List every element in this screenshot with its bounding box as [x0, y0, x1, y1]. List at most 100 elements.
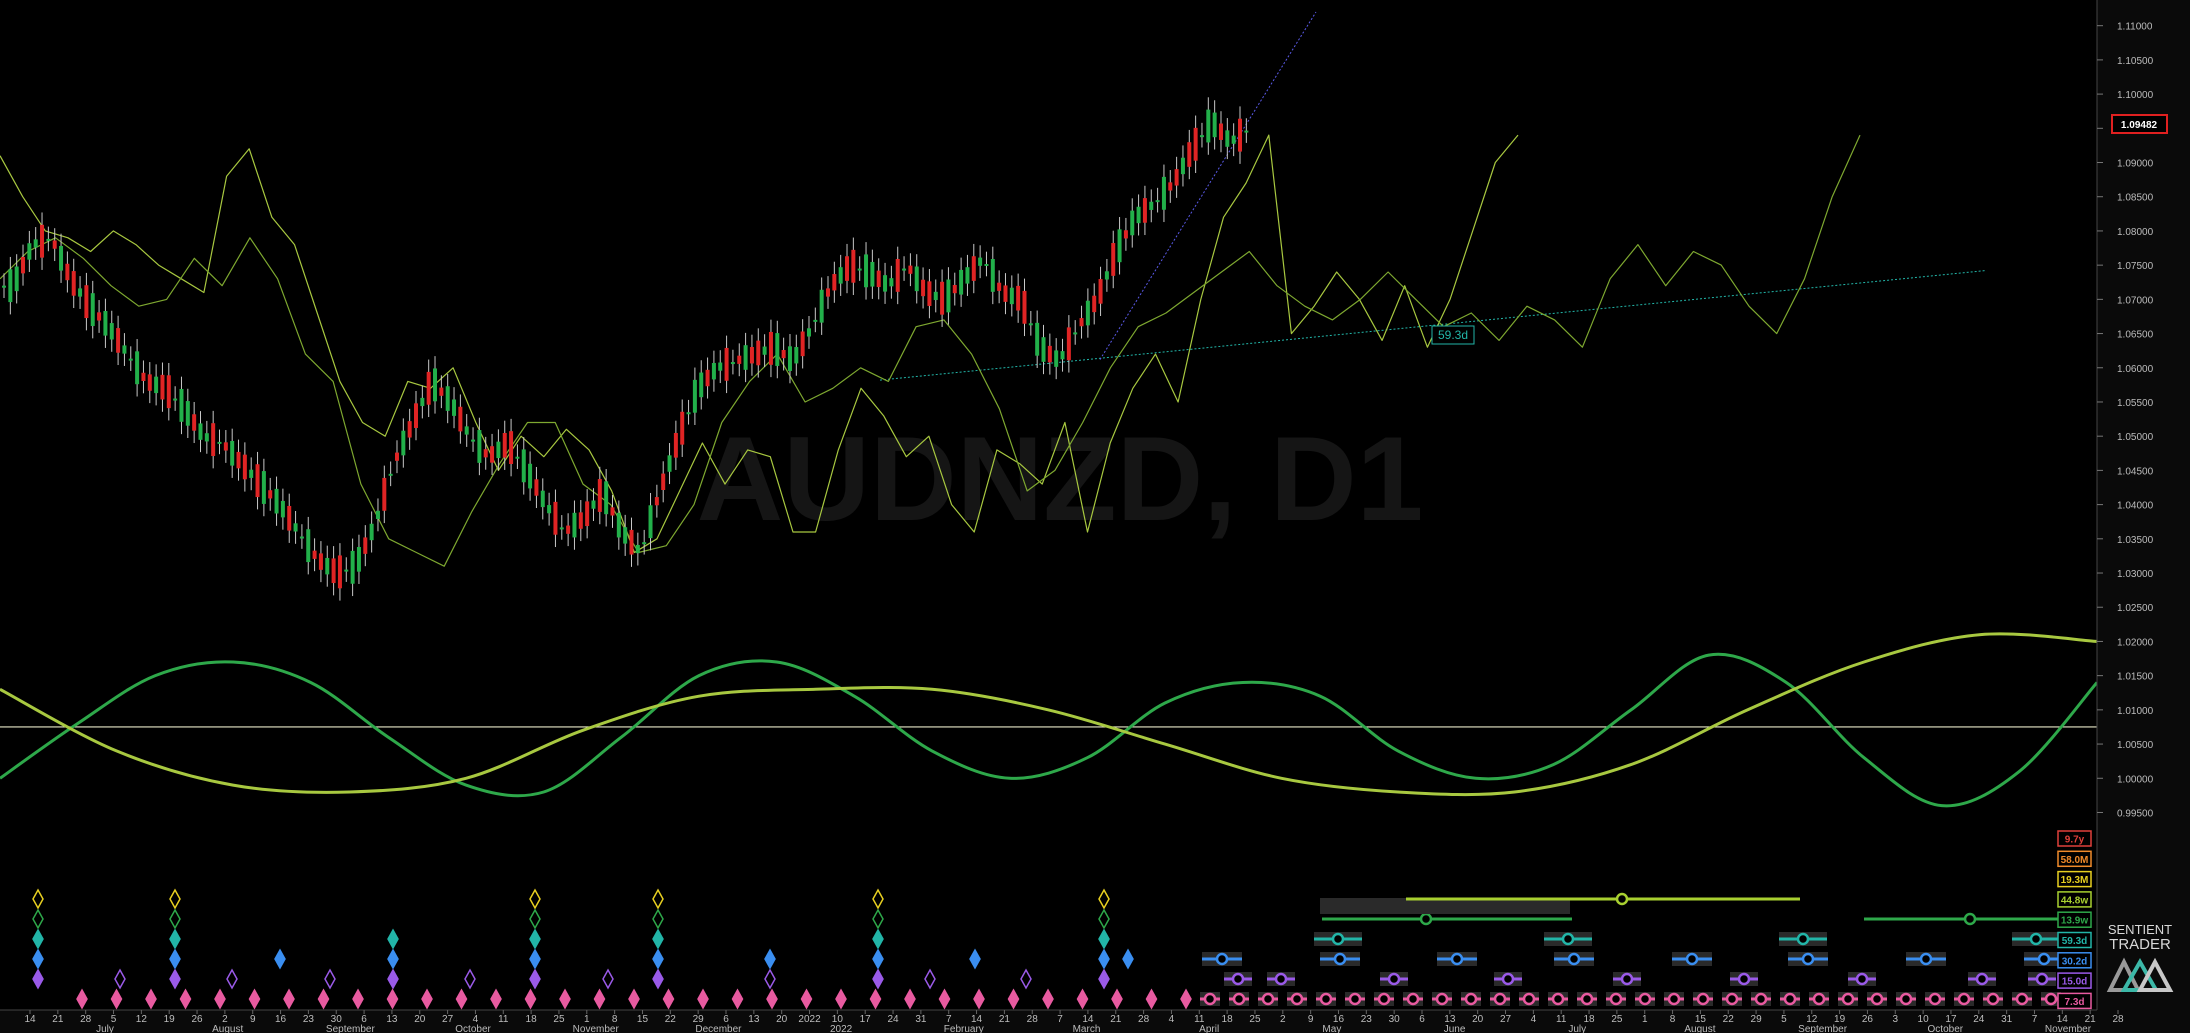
candle-body — [280, 500, 285, 518]
projection-circle — [1957, 992, 1971, 1006]
candle-body — [1073, 332, 1078, 335]
svg-text:SENTIENT: SENTIENT — [2108, 922, 2172, 937]
projection-circle — [1261, 992, 1275, 1006]
candle-body — [1168, 182, 1173, 191]
projection-circle — [1928, 992, 1942, 1006]
time-tick-label: 25 — [553, 1014, 565, 1025]
candle-body — [711, 362, 716, 380]
cycle-legend: 9.7y 58.0M 19.3M 44.8w 13.9w 59.3d 30.2d 15.0d 7… — [2057, 830, 2092, 1010]
candle-body — [1047, 345, 1052, 363]
candle-body — [78, 288, 83, 297]
projection-circle-44-8w — [1615, 892, 1629, 906]
cycle-legend-label: 13.9w — [2061, 916, 2088, 927]
time-tick-label: 11 — [1556, 1014, 1567, 1025]
price-tick-label: 1.05500 — [2117, 398, 2154, 409]
time-tick-label: 26 — [191, 1014, 203, 1025]
candle-body — [52, 240, 57, 249]
cycle-legend-label: 15.0d — [2062, 977, 2088, 988]
time-tick-label: 1 — [1642, 1014, 1648, 1025]
price-tick-label: 1.11000 — [2117, 22, 2153, 33]
candle-body — [718, 362, 723, 371]
projection-circle — [1377, 992, 1391, 1006]
candle-body — [1009, 287, 1014, 305]
candle-body — [90, 293, 95, 327]
price-tick-label: 1.03500 — [2117, 535, 2154, 546]
candle-body — [616, 512, 621, 538]
time-tick-label: 29 — [1751, 1014, 1763, 1025]
projection-circle — [1580, 992, 1594, 1006]
candle-body — [1193, 127, 1198, 161]
candle-body — [388, 473, 393, 476]
cycle-legend-label: 58.0M — [2061, 855, 2089, 866]
candle-body — [1206, 109, 1211, 143]
month-label: November — [573, 1024, 620, 1033]
candle-body — [553, 501, 558, 535]
candle-body — [889, 278, 894, 287]
candle-body — [179, 388, 184, 422]
candle-body — [1111, 243, 1116, 276]
candle-body — [14, 266, 19, 292]
cycle-legend-label: 59.3d — [2062, 936, 2088, 947]
candle-body — [699, 372, 704, 398]
time-tick-label: 2 — [1280, 1014, 1286, 1025]
projection-circle — [1501, 972, 1515, 986]
time-tick-label: 13 — [386, 1014, 398, 1025]
time-tick-label: 8 — [1670, 1014, 1676, 1025]
candle-body — [1199, 135, 1204, 138]
projection-circle-13-9w-b — [1963, 912, 1977, 926]
price-tick-label: 1.10000 — [2117, 90, 2154, 101]
month-label: July — [96, 1024, 114, 1033]
candle-body — [1054, 350, 1059, 367]
candle-body — [864, 254, 869, 288]
projection-circle — [1387, 972, 1401, 986]
time-tick-label: 11 — [498, 1014, 509, 1025]
month-label: February — [944, 1024, 984, 1033]
candle-body — [667, 455, 672, 472]
candle-body — [141, 372, 146, 381]
candle-body — [832, 274, 837, 291]
candle-body — [857, 268, 862, 271]
time-tick-label: 22 — [1723, 1014, 1735, 1025]
candle-body — [242, 454, 247, 480]
candle-body — [642, 542, 647, 545]
time-tick-label: 24 — [887, 1014, 899, 1025]
price-chart[interactable]: AUDNZD, D1 59.3d 1.11000 1.10500 1.10000 1.… — [0, 0, 2190, 1033]
month-label: October — [455, 1024, 491, 1033]
candle-body — [382, 477, 387, 511]
candle-body — [965, 267, 970, 284]
time-tick-label: 23 — [303, 1014, 315, 1025]
candle-body — [743, 345, 748, 370]
candle-body — [103, 310, 108, 336]
candle-body — [1174, 169, 1179, 186]
candle-body — [477, 430, 482, 463]
time-tick-label: 14 — [24, 1014, 36, 1025]
candle-body — [109, 323, 114, 340]
candle-body — [71, 271, 76, 296]
candle-body — [1142, 198, 1147, 223]
candle-body — [990, 258, 995, 292]
month-label: June — [1444, 1024, 1466, 1033]
candle-body — [122, 345, 127, 354]
candle-body — [1016, 285, 1021, 311]
candle-body — [737, 355, 742, 364]
projection-circle — [1609, 992, 1623, 1006]
trendline-label[interactable]: 59.3d — [1431, 325, 1475, 345]
candle-body — [724, 347, 729, 381]
time-tick-label: 20 — [776, 1014, 788, 1025]
time-tick-label: 13 — [748, 1014, 760, 1025]
candle-body — [452, 399, 457, 416]
candle-body — [40, 224, 45, 258]
candle-body — [952, 284, 957, 294]
candle-body — [1104, 271, 1109, 280]
candle-body — [883, 275, 888, 292]
price-axis-panel[interactable] — [2097, 0, 2190, 1033]
candle-body — [680, 411, 685, 445]
price-tick-label: 1.09000 — [2117, 159, 2154, 170]
candle-body — [325, 557, 330, 575]
projection-circle — [2029, 932, 2043, 946]
projection-circle-13-9w — [1419, 912, 1433, 926]
time-tick-label: 26 — [1862, 1014, 1874, 1025]
candle-body — [1022, 290, 1027, 324]
candle-body — [318, 553, 323, 570]
projection-circle — [1232, 992, 1246, 1006]
